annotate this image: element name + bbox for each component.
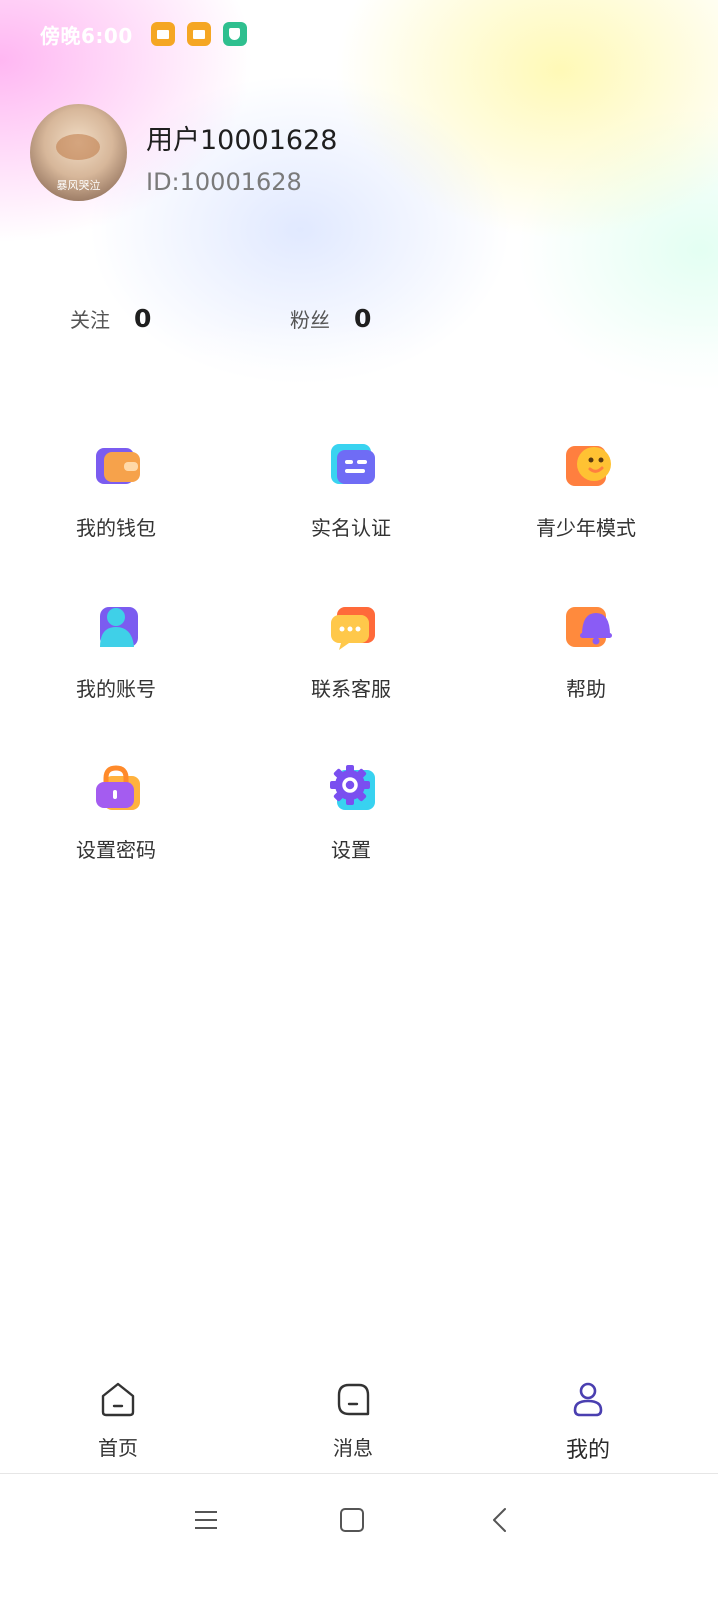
- menu-label: 实名认证: [311, 516, 391, 540]
- header-gradient-background: [0, 0, 718, 460]
- stat-following[interactable]: 关注 0: [70, 304, 151, 333]
- teen-mode-icon: [564, 442, 612, 490]
- tab-me[interactable]: 我的: [528, 1380, 648, 1464]
- stat-followers[interactable]: 粉丝 0: [290, 304, 371, 333]
- menu-item-wallet[interactable]: 我的钱包: [16, 442, 216, 562]
- stat-label: 粉丝: [290, 308, 330, 332]
- wallet-icon: [94, 442, 142, 490]
- user-id: ID:10001628: [146, 168, 302, 196]
- home-icon: [99, 1380, 137, 1418]
- menu-item-teen-mode[interactable]: 青少年模式: [486, 442, 686, 562]
- avatar[interactable]: 暴风哭泣: [30, 104, 127, 201]
- more-notifications-icon: ···: [264, 23, 288, 45]
- status-bar: 傍晚6:00 ···: [40, 18, 288, 50]
- menu-icon[interactable]: [186, 1500, 226, 1540]
- message-icon: [334, 1380, 372, 1418]
- avatar-caption: 暴风哭泣: [56, 179, 101, 192]
- back-icon[interactable]: [480, 1500, 520, 1540]
- tab-home[interactable]: 首页: [58, 1380, 178, 1464]
- message-icon: [186, 22, 211, 46]
- user-icon: [569, 1380, 607, 1418]
- menu-item-help[interactable]: 帮助: [486, 603, 686, 723]
- menu-label: 我的账号: [76, 677, 156, 701]
- menu-item-settings[interactable]: 设置: [251, 764, 451, 884]
- stat-value: 0: [134, 304, 152, 333]
- gear-icon: [329, 764, 377, 812]
- lock-icon: [94, 764, 142, 812]
- menu-label: 设置: [331, 838, 371, 862]
- menu-item-real-name[interactable]: 实名认证: [251, 442, 451, 562]
- help-bell-icon: [564, 603, 612, 651]
- divider: [0, 1473, 718, 1474]
- stat-value: 0: [354, 304, 372, 333]
- menu-item-customer-service[interactable]: 联系客服: [251, 603, 451, 723]
- message-icon: [150, 22, 175, 46]
- tab-messages[interactable]: 消息: [293, 1380, 413, 1464]
- status-time: 傍晚6:00: [40, 23, 133, 48]
- menu-label: 设置密码: [76, 838, 156, 862]
- menu-label: 青少年模式: [536, 516, 636, 540]
- username: 用户10001628: [146, 125, 338, 156]
- menu-label: 我的钱包: [76, 516, 156, 540]
- tab-label: 我的: [565, 1438, 610, 1463]
- menu-item-account[interactable]: 我的账号: [16, 603, 216, 723]
- menu-label: 联系客服: [311, 677, 391, 701]
- menu-item-set-password[interactable]: 设置密码: [16, 764, 216, 884]
- menu-label: 帮助: [566, 677, 606, 701]
- customer-service-icon: [329, 603, 377, 651]
- tab-label: 首页: [98, 1436, 138, 1460]
- home-square-icon[interactable]: [332, 1500, 372, 1540]
- account-icon: [94, 603, 142, 651]
- shield-icon: [222, 22, 247, 46]
- id-card-icon: [329, 442, 377, 490]
- tab-label: 消息: [333, 1436, 373, 1460]
- stat-label: 关注: [70, 308, 110, 332]
